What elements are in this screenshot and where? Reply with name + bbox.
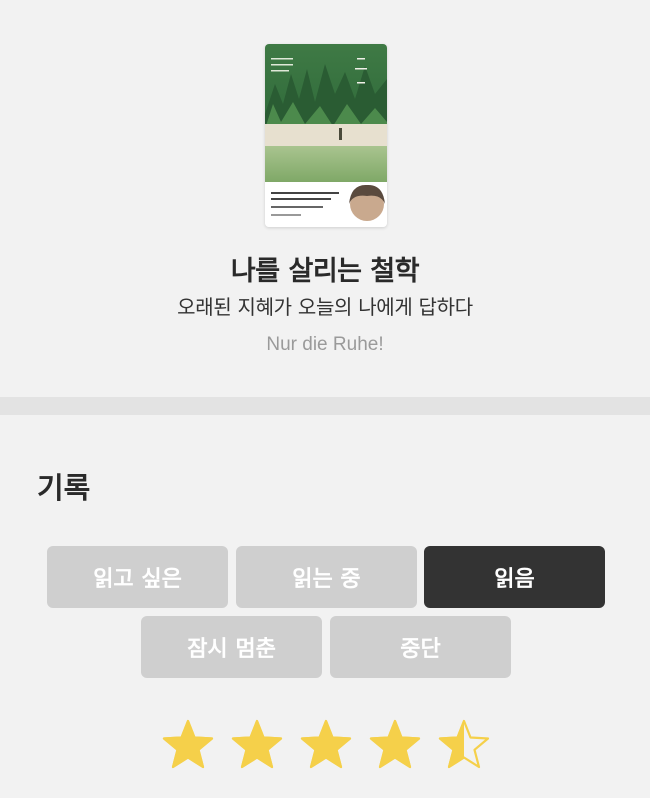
status-button-reading[interactable]: 읽는 중 <box>236 546 417 608</box>
status-button-paused[interactable]: 잠시 멈춘 <box>141 616 322 678</box>
star-half-icon[interactable] <box>436 718 492 774</box>
book-cover-image <box>265 44 387 227</box>
record-heading: 기록 <box>37 471 91 505</box>
section-divider <box>0 397 650 415</box>
book-subtitle: 오래된 지혜가 오늘의 나에게 답하다 <box>177 295 473 319</box>
star-full-icon[interactable] <box>229 718 285 774</box>
book-title: 나를 살리는 철학 <box>230 256 420 287</box>
book-info-section: 나를 살리는 철학 오래된 지혜가 오늘의 나에게 답하다 Nur die Ru… <box>0 0 650 397</box>
star-full-icon[interactable] <box>160 718 216 774</box>
star-rating <box>160 718 500 774</box>
status-button-read[interactable]: 읽음 <box>424 546 605 608</box>
status-button-stopped[interactable]: 중단 <box>330 616 511 678</box>
star-full-icon[interactable] <box>367 718 423 774</box>
status-button-want-to-read[interactable]: 읽고 싶은 <box>47 546 228 608</box>
book-original-title: Nur die Ruhe! <box>266 334 384 355</box>
star-full-icon[interactable] <box>298 718 354 774</box>
